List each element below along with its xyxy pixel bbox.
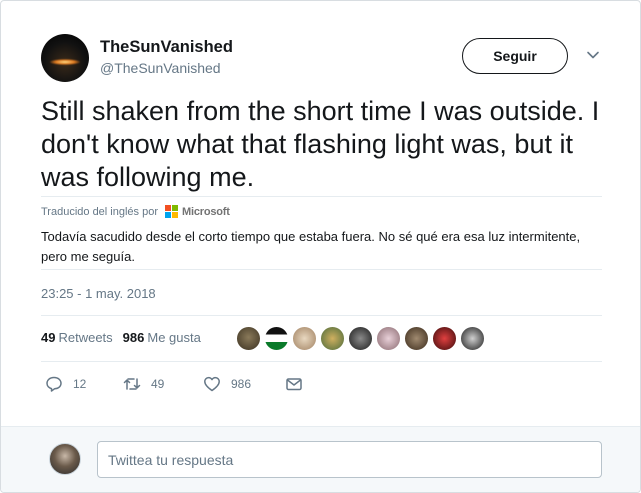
- retweets-count: 49: [41, 330, 56, 345]
- liker-avatar[interactable]: [460, 326, 485, 351]
- user-handle[interactable]: @TheSunVanished: [100, 60, 221, 76]
- translation-attribution-label: Traducido del inglés por: [41, 205, 158, 218]
- translated-text: Todavía sacudido desde el corto tiempo q…: [41, 229, 581, 264]
- tweet-card: TheSunVanished @TheSunVanished Seguir St…: [0, 0, 641, 493]
- current-user-avatar: [49, 443, 81, 475]
- chevron-down-icon[interactable]: [586, 48, 600, 62]
- microsoft-logo-icon: [165, 205, 178, 218]
- follow-button[interactable]: Seguir: [462, 38, 568, 74]
- liker-avatar[interactable]: [404, 326, 429, 351]
- user-display-name[interactable]: TheSunVanished: [100, 38, 233, 57]
- liker-avatar[interactable]: [348, 326, 373, 351]
- liker-avatar[interactable]: [236, 326, 261, 351]
- reply-action[interactable]: 12: [45, 375, 86, 393]
- reply-footer: [1, 426, 640, 492]
- tweet-stats: 49 Retweets 986 Me gusta: [41, 330, 201, 345]
- envelope-icon[interactable]: [285, 375, 303, 393]
- liker-avatar[interactable]: [320, 326, 345, 351]
- tweet-header: TheSunVanished @TheSunVanished Seguir: [41, 34, 620, 84]
- liker-avatar[interactable]: [292, 326, 317, 351]
- reply-icon[interactable]: [45, 375, 63, 393]
- liker-avatar[interactable]: [376, 326, 401, 351]
- translation-attribution: Traducido del inglés por Microsoft: [41, 205, 230, 218]
- likes-label: Me gusta: [147, 330, 201, 345]
- liker-avatars: [236, 326, 485, 351]
- divider: [41, 315, 602, 316]
- user-avatar[interactable]: [41, 34, 89, 82]
- likes-stat[interactable]: 986 Me gusta: [123, 330, 201, 345]
- tweet-timestamp[interactable]: 23:25 - 1 may. 2018: [41, 286, 156, 301]
- divider: [41, 269, 602, 270]
- tweet-actions: 12 49 986: [45, 375, 345, 397]
- liker-avatar[interactable]: [432, 326, 457, 351]
- divider: [41, 361, 602, 362]
- retweet-action[interactable]: 49: [123, 375, 164, 393]
- reply-input[interactable]: [97, 441, 602, 478]
- translation-provider[interactable]: Microsoft: [182, 206, 230, 218]
- tweet-text: Still shaken from the short time I was o…: [41, 96, 600, 192]
- retweets-label: Retweets: [58, 330, 113, 345]
- retweet-icon[interactable]: [123, 375, 141, 393]
- like-action[interactable]: 986: [203, 375, 251, 393]
- liker-avatar[interactable]: [264, 326, 289, 351]
- heart-icon[interactable]: [203, 375, 221, 393]
- retweets-stat[interactable]: 49 Retweets: [41, 330, 113, 345]
- retweet-count: 49: [151, 377, 165, 391]
- reply-count: 12: [73, 377, 87, 391]
- like-count: 986: [231, 377, 252, 391]
- divider: [41, 196, 602, 197]
- likes-count: 986: [122, 330, 145, 345]
- direct-message-action[interactable]: [285, 375, 303, 393]
